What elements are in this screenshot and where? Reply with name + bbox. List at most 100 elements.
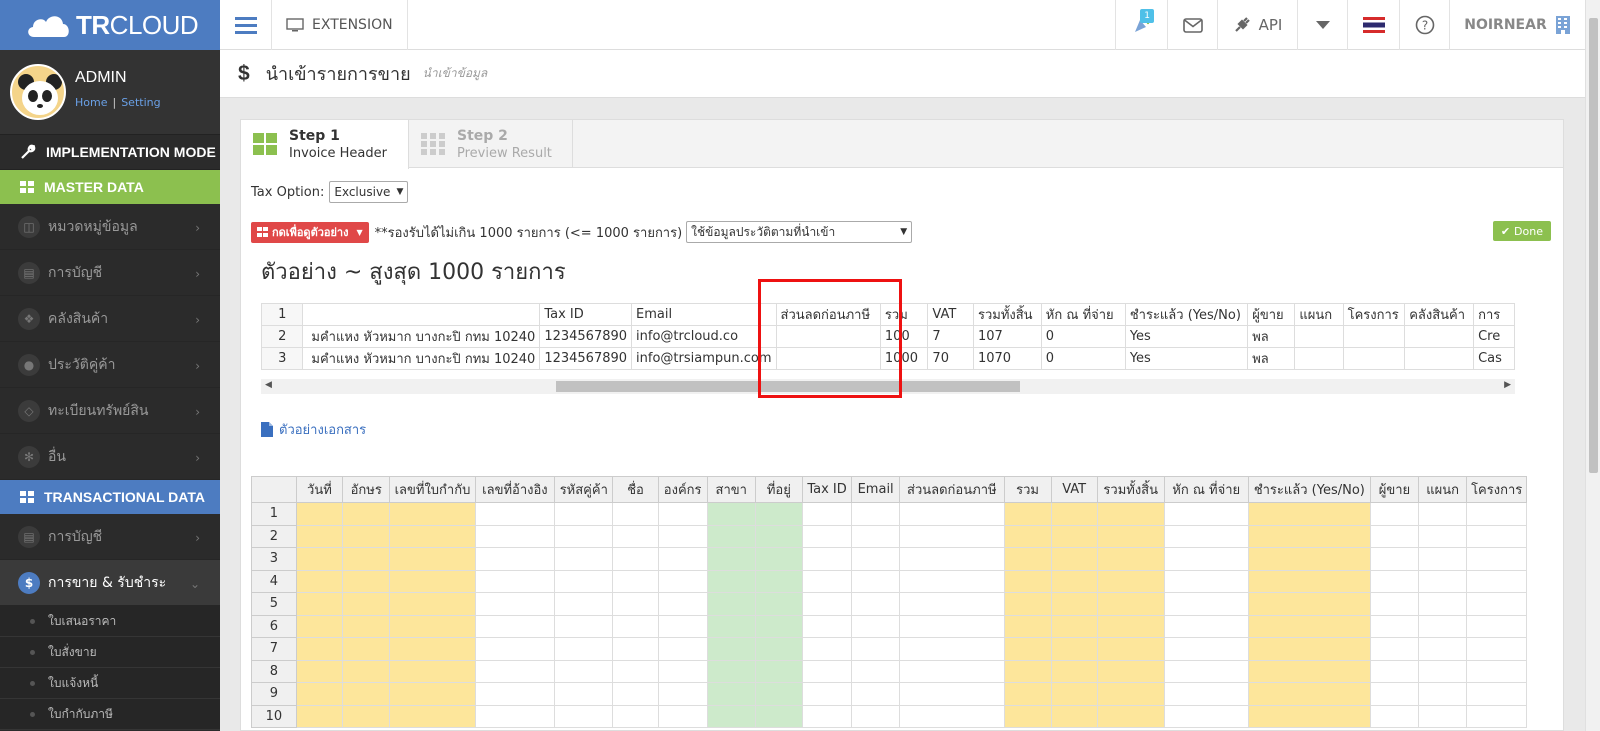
grid-cell[interactable] xyxy=(1050,592,1098,616)
grid-cell[interactable] xyxy=(754,659,803,683)
grid-cell[interactable] xyxy=(657,682,708,706)
grid-cell[interactable] xyxy=(851,682,901,706)
sidebar-sub-invoice[interactable]: ใบแจ้งหนี้ xyxy=(0,668,220,699)
sample-document-link[interactable]: ตัวอย่างเอกสาร xyxy=(261,419,366,440)
grid-cell[interactable] xyxy=(1096,547,1165,571)
grid-cell[interactable] xyxy=(342,637,391,661)
grid-cell[interactable] xyxy=(754,502,803,526)
grid-cell[interactable] xyxy=(474,524,556,548)
grid-cell[interactable] xyxy=(389,704,476,728)
grid-cell[interactable] xyxy=(1418,502,1468,526)
grid-cell[interactable] xyxy=(342,614,391,638)
grid-cell[interactable] xyxy=(1369,592,1420,616)
page-scrollbar-thumb[interactable] xyxy=(1589,18,1598,473)
grid-cell[interactable] xyxy=(295,659,344,683)
grid-cell[interactable] xyxy=(612,682,659,706)
grid-cell[interactable] xyxy=(342,547,391,571)
grid-cell[interactable] xyxy=(1096,569,1165,593)
grid-cell[interactable] xyxy=(1003,682,1052,706)
grid-cell[interactable] xyxy=(1163,502,1249,526)
grid-cell[interactable] xyxy=(1369,569,1420,593)
grid-cell[interactable] xyxy=(851,569,901,593)
grid-cell[interactable] xyxy=(474,704,556,728)
grid-cell[interactable] xyxy=(1247,682,1371,706)
master-data-header[interactable]: MASTER DATA xyxy=(0,170,220,204)
grid-cell[interactable] xyxy=(899,682,1005,706)
grid-cell[interactable] xyxy=(706,524,756,548)
grid-cell[interactable] xyxy=(1096,524,1165,548)
grid-cell[interactable] xyxy=(612,592,659,616)
grid-cell[interactable] xyxy=(1096,659,1165,683)
grid-cell[interactable] xyxy=(1096,614,1165,638)
grid-cell[interactable] xyxy=(1163,659,1249,683)
grid-cell[interactable] xyxy=(612,704,659,728)
grid-cell[interactable] xyxy=(1418,592,1468,616)
grid-cell[interactable] xyxy=(1096,637,1165,661)
grid-cell[interactable] xyxy=(706,659,756,683)
grid-cell[interactable] xyxy=(554,614,614,638)
grid-cell[interactable] xyxy=(1163,569,1249,593)
column-header[interactable]: ที่อยู่ xyxy=(754,476,803,503)
grid-cell[interactable] xyxy=(474,637,556,661)
history-select[interactable]: ใช้ข้อมูลประวัติตามที่นำเข้า ▼ xyxy=(686,221,913,243)
extension-button[interactable]: EXTENSION xyxy=(272,0,408,50)
grid-cell[interactable] xyxy=(342,592,391,616)
grid-cell[interactable] xyxy=(1418,524,1468,548)
grid-cell[interactable] xyxy=(554,592,614,616)
grid-cell[interactable] xyxy=(474,592,556,616)
grid-cell[interactable] xyxy=(474,547,556,571)
grid-cell[interactable] xyxy=(706,704,756,728)
grid-cell[interactable] xyxy=(1050,637,1098,661)
grid-cell[interactable] xyxy=(851,592,901,616)
grid-cell[interactable] xyxy=(1466,547,1527,571)
grid-cell[interactable] xyxy=(1247,637,1371,661)
grid-cell[interactable] xyxy=(1466,659,1527,683)
grid-cell[interactable] xyxy=(1466,614,1527,638)
grid-cell[interactable] xyxy=(1247,547,1371,571)
grid-cell[interactable] xyxy=(706,502,756,526)
grid-cell[interactable] xyxy=(754,704,803,728)
grid-cell[interactable] xyxy=(1247,704,1371,728)
grid-cell[interactable] xyxy=(612,502,659,526)
grid-cell[interactable] xyxy=(1163,524,1249,548)
grid-cell[interactable] xyxy=(1163,637,1249,661)
grid-cell[interactable] xyxy=(389,502,476,526)
grid-cell[interactable] xyxy=(295,614,344,638)
grid-cell[interactable] xyxy=(851,547,901,571)
tab-step-2[interactable]: Step 2 Preview Result xyxy=(409,120,573,168)
grid-cell[interactable] xyxy=(801,547,853,571)
column-header[interactable]: รวม xyxy=(1003,476,1052,503)
grid-cell[interactable] xyxy=(801,524,853,548)
grid-cell[interactable] xyxy=(706,547,756,571)
dropdown-button[interactable] xyxy=(1297,0,1347,50)
sidebar-item-data-category[interactable]: ◫ หมวดหมู่ข้อมูล › xyxy=(0,204,220,250)
grid-cell[interactable] xyxy=(801,637,853,661)
column-header[interactable]: รวมทั้งสิ้น xyxy=(1096,476,1165,503)
grid-cell[interactable] xyxy=(1418,614,1468,638)
grid-cell[interactable] xyxy=(389,547,476,571)
grid-cell[interactable] xyxy=(1003,524,1052,548)
grid-cell[interactable] xyxy=(474,614,556,638)
grid-cell[interactable] xyxy=(612,547,659,571)
column-header[interactable]: รหัสคู่ค้า xyxy=(554,476,614,503)
grid-cell[interactable] xyxy=(342,569,391,593)
grid-cell[interactable] xyxy=(295,569,344,593)
menu-toggle-button[interactable] xyxy=(220,0,272,50)
grid-cell[interactable] xyxy=(657,637,708,661)
sidebar-sub-quotation[interactable]: ใบเสนอราคา xyxy=(0,606,220,637)
grid-cell[interactable] xyxy=(801,592,853,616)
grid-cell[interactable] xyxy=(554,704,614,728)
sidebar-item-assets[interactable]: ◇ ทะเบียนทรัพย์สิน › xyxy=(0,388,220,434)
grid-cell[interactable] xyxy=(554,659,614,683)
grid-cell[interactable] xyxy=(657,524,708,548)
grid-cell[interactable] xyxy=(1466,592,1527,616)
grid-cell[interactable] xyxy=(754,614,803,638)
grid-cell[interactable] xyxy=(851,502,901,526)
grid-cell[interactable] xyxy=(295,637,344,661)
grid-cell[interactable] xyxy=(1247,524,1371,548)
grid-cell[interactable] xyxy=(1369,637,1420,661)
sidebar-item-warehouse[interactable]: ❖ คลังสินค้า › xyxy=(0,296,220,342)
grid-cell[interactable] xyxy=(554,547,614,571)
grid-cell[interactable] xyxy=(612,614,659,638)
grid-cell[interactable] xyxy=(342,704,391,728)
